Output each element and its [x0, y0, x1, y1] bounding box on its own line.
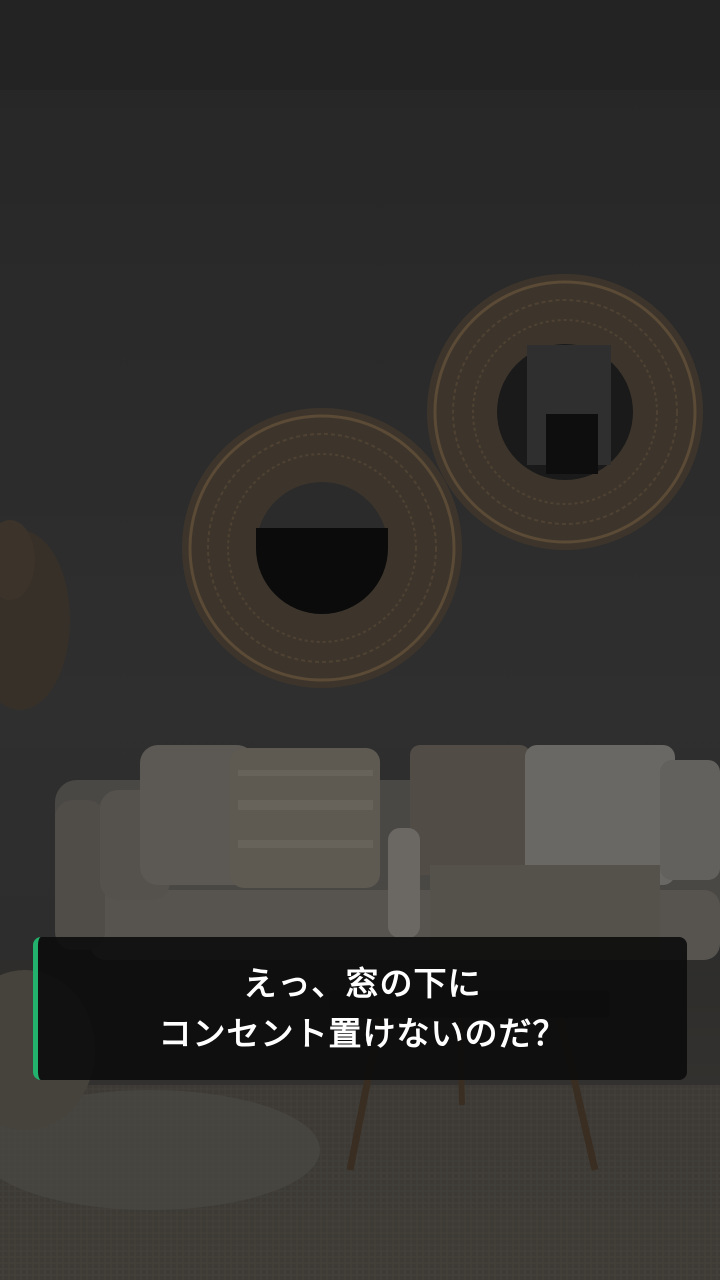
subtitle-caption: えっ、窓の下に コンセント置けないのだ？ [33, 937, 687, 1080]
caption-line-1: えっ、窓の下に [243, 963, 482, 1003]
caption-line-2: コンセント置けないのだ？ [158, 1013, 567, 1053]
dark-overlay [0, 0, 720, 1280]
